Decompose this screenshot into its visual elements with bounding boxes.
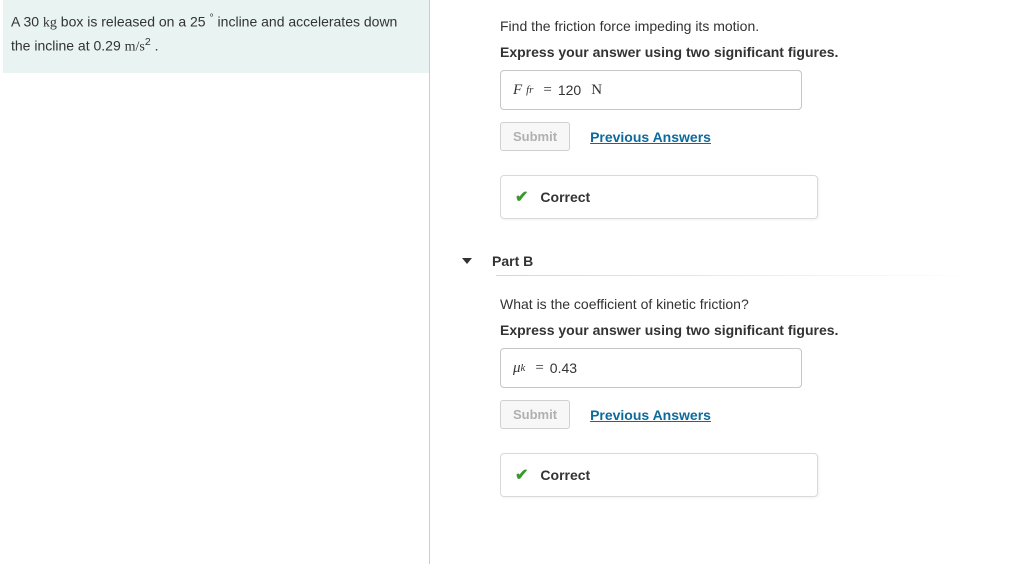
mass-unit: kg	[43, 16, 57, 31]
problem-text-1: A 30	[11, 14, 43, 30]
part-a-symbol-sub: fr	[526, 84, 533, 96]
part-b-answer-box[interactable]: μk = 0.43	[500, 348, 802, 388]
answer-panel: Find the friction force impeding its mot…	[430, 0, 1024, 564]
part-b-symbol: μ	[513, 360, 521, 377]
check-icon: ✔	[515, 187, 528, 207]
part-a-symbol: F	[513, 82, 522, 99]
accel-unit-base: m/s	[125, 40, 145, 55]
part-a-answer-box[interactable]: Ffr = 120 N	[500, 70, 802, 110]
equals-sign: =	[543, 82, 551, 99]
part-b-prompt: What is the coefficient of kinetic frict…	[500, 296, 1002, 312]
part-b-feedback: ✔ Correct	[500, 453, 818, 497]
feedback-text: Correct	[540, 467, 590, 483]
part-b-value: 0.43	[550, 360, 577, 376]
part-a-format: Express your answer using two significan…	[500, 44, 1002, 60]
part-a-value: 120	[558, 82, 581, 98]
submit-button[interactable]: Submit	[500, 400, 570, 429]
previous-answers-link[interactable]: Previous Answers	[590, 129, 711, 145]
part-b-divider	[496, 275, 976, 276]
part-b-format: Express your answer using two significan…	[500, 322, 1002, 338]
previous-answers-link[interactable]: Previous Answers	[590, 407, 711, 423]
part-a-actions: Submit Previous Answers	[500, 122, 1002, 151]
part-b-symbol-sub: k	[521, 362, 526, 374]
problem-text-4: .	[151, 38, 159, 54]
problem-panel: A 30 kg box is released on a 25 ° inclin…	[0, 0, 430, 564]
part-b-section: What is the coefficient of kinetic frict…	[500, 296, 1002, 497]
feedback-text: Correct	[540, 189, 590, 205]
part-b-header-row[interactable]: Part B	[462, 253, 1002, 269]
check-icon: ✔	[515, 465, 528, 485]
part-a-unit: N	[591, 82, 602, 99]
chevron-down-icon	[462, 258, 472, 264]
part-b-title: Part B	[492, 253, 533, 269]
part-a-prompt: Find the friction force impeding its mot…	[500, 18, 1002, 34]
problem-statement: A 30 kg box is released on a 25 ° inclin…	[0, 0, 429, 73]
part-b-actions: Submit Previous Answers	[500, 400, 1002, 429]
part-a-feedback: ✔ Correct	[500, 175, 818, 219]
part-a-section: Find the friction force impeding its mot…	[500, 18, 1002, 219]
submit-button[interactable]: Submit	[500, 122, 570, 151]
problem-text-2: box is released on a 25	[57, 14, 210, 30]
equals-sign: =	[535, 360, 543, 377]
